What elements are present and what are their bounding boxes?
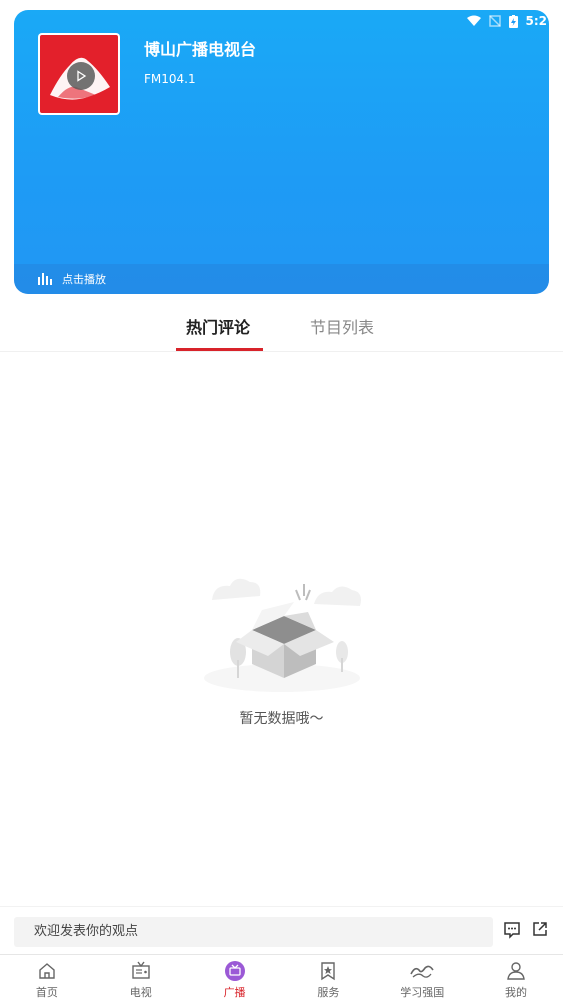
radio-station-page: 5:2 博山广播电视台 FM104.1 点击播放 热门评论 节目列表 暂无数据哦… — [0, 0, 563, 1000]
share-icon[interactable] — [532, 921, 548, 937]
nav-label-radio: 广播 — [223, 986, 246, 999]
nav-item-radio[interactable]: 广播 — [188, 955, 282, 1000]
comment-bar: 欢迎发表你的观点 — [0, 906, 563, 954]
nav-label-home: 首页 — [35, 986, 58, 999]
play-label: 点击播放 — [62, 273, 106, 286]
nav-item-mine[interactable]: 我的 — [469, 955, 563, 1000]
nav-label-mine: 我的 — [505, 986, 528, 999]
battery-charging-icon — [508, 14, 518, 28]
station-title: 博山广播电视台 — [144, 40, 257, 59]
station-header-card: 5:2 博山广播电视台 FM104.1 点击播放 — [14, 10, 549, 294]
xuexi-logo-icon — [410, 965, 434, 978]
home-icon — [39, 962, 55, 979]
station-logo[interactable] — [38, 33, 120, 115]
nav-item-service[interactable]: 服务 — [281, 955, 375, 1000]
tab-program-list[interactable]: 节目列表 — [310, 314, 374, 338]
bookmark-star-icon — [321, 961, 336, 980]
content-tabs: 热门评论 节目列表 — [0, 300, 563, 352]
tab-hot-comments[interactable]: 热门评论 — [186, 314, 250, 338]
audio-bars-icon — [38, 273, 52, 285]
nav-item-home[interactable]: 首页 — [0, 955, 94, 1000]
nav-item-xuexi[interactable]: 学习强国 — [375, 955, 469, 1000]
radio-icon — [224, 960, 245, 981]
comment-input[interactable]: 欢迎发表你的观点 — [14, 917, 493, 947]
empty-box-icon — [203, 578, 361, 692]
nav-item-tv[interactable]: 电视 — [94, 955, 188, 1000]
nav-label-xuexi: 学习强国 — [400, 986, 445, 999]
station-logo-icon — [40, 35, 118, 113]
active-tab-indicator — [176, 348, 263, 351]
tv-icon — [132, 961, 150, 979]
nav-label-service: 服务 — [317, 986, 340, 999]
comment-icon[interactable] — [503, 921, 521, 939]
bottom-nav: 首页 电视 广播 服务 学习强国 我的 — [0, 954, 563, 1000]
user-icon — [507, 961, 525, 980]
wifi-icon — [466, 15, 481, 26]
play-circle-icon — [67, 62, 95, 90]
status-time: 5:2 — [525, 14, 548, 28]
nav-label-tv: 电视 — [129, 986, 152, 999]
no-sim-icon — [488, 15, 501, 27]
empty-state: 暂无数据哦～ — [0, 560, 563, 728]
status-bar: 5:2 — [466, 10, 550, 32]
station-frequency: FM104.1 — [144, 72, 196, 86]
empty-state-text: 暂无数据哦～ — [239, 711, 324, 727]
play-button[interactable]: 点击播放 — [14, 264, 549, 294]
